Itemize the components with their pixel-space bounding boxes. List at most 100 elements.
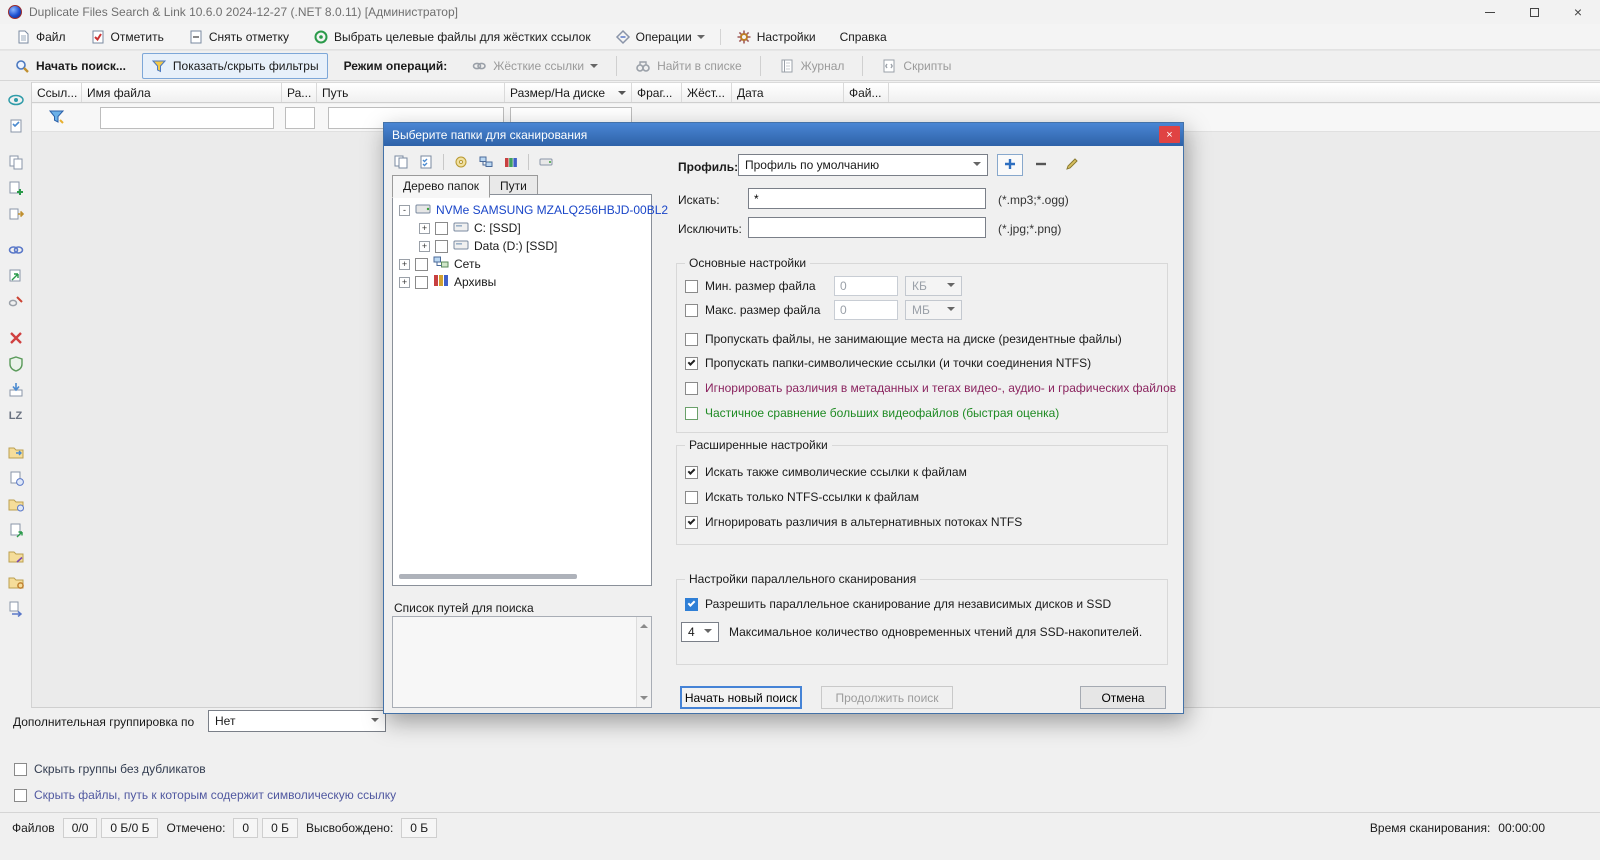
max-reads-select[interactable]: 4: [681, 622, 719, 642]
add-profile-button[interactable]: [997, 154, 1023, 176]
folder-export-icon[interactable]: [6, 442, 26, 462]
column-header-frag[interactable]: Фраг...: [632, 83, 682, 102]
collapse-icon[interactable]: -: [399, 204, 410, 216]
dialog-close-button[interactable]: ×: [1159, 126, 1180, 143]
skip-resident-option[interactable]: Пропускать файлы, не занимающие места на…: [685, 329, 1122, 349]
exclude-mask-input[interactable]: [748, 217, 986, 238]
column-header-date[interactable]: Дата: [732, 83, 844, 102]
start-search-button[interactable]: Начать поиск...: [6, 54, 134, 78]
menu-unmark[interactable]: Снять отметку: [179, 26, 298, 48]
hardlink-folder-icon[interactable]: [6, 494, 26, 514]
import-list-icon[interactable]: [6, 380, 26, 400]
skip-symlink-dirs-checkbox[interactable]: [685, 356, 698, 370]
skip-resident-checkbox[interactable]: [685, 332, 698, 346]
recycle-shield-icon[interactable]: [6, 354, 26, 374]
maximize-button[interactable]: [1512, 0, 1556, 24]
drive-d-checkbox[interactable]: [435, 239, 448, 253]
copy-paths-icon[interactable]: [391, 152, 411, 172]
tree-item-archives[interactable]: + Архивы: [393, 273, 651, 291]
refresh-drives-icon[interactable]: [451, 152, 471, 172]
partial-compare-option[interactable]: Частичное сравнение больших видеофайлов …: [685, 403, 1059, 423]
extra-grouping-select[interactable]: Нет: [208, 710, 386, 732]
tree-item-network[interactable]: + Сеть: [393, 255, 651, 273]
dialog-titlebar[interactable]: Выберите папки для сканирования ×: [384, 123, 1183, 146]
ignore-metadata-checkbox[interactable]: [685, 381, 698, 395]
filter-filename-input[interactable]: [100, 107, 274, 129]
tree-item-drive-d[interactable]: + Data (D:) [SSD]: [393, 237, 651, 255]
column-header-size[interactable]: Размер/На диске: [505, 83, 632, 102]
menu-settings[interactable]: Настройки: [727, 26, 825, 48]
min-size-checkbox[interactable]: [685, 279, 698, 293]
search-mask-input[interactable]: [748, 188, 986, 209]
column-header-links[interactable]: Ссыл...: [32, 83, 82, 102]
menu-operations[interactable]: Операции: [606, 26, 714, 48]
hide-symlink-paths-option[interactable]: Скрыть файлы, путь к которым содержит си…: [14, 788, 396, 802]
expand-icon[interactable]: +: [419, 240, 430, 252]
expand-icon[interactable]: +: [399, 258, 410, 270]
junction-folder-icon[interactable]: [6, 572, 26, 592]
minimize-button[interactable]: [1468, 0, 1512, 24]
column-header-hard[interactable]: Жёст...: [682, 83, 732, 102]
search-symlinks-option[interactable]: Искать также символические ссылки к файл…: [685, 462, 967, 482]
menu-file[interactable]: Файл: [6, 26, 75, 48]
hide-groups-checkbox[interactable]: [14, 762, 27, 776]
create-hardlink-icon[interactable]: [6, 240, 26, 260]
tree-item-drive-c[interactable]: + C: [SSD]: [393, 219, 651, 237]
archives-checkbox[interactable]: [415, 275, 428, 289]
profile-select[interactable]: Профиль по умолчанию: [738, 154, 988, 176]
filter-ra-input[interactable]: [285, 107, 315, 129]
drive-properties-icon[interactable]: [536, 152, 556, 172]
start-new-search-button[interactable]: Начать новый поиск: [680, 686, 802, 709]
max-size-checkbox[interactable]: [685, 303, 698, 317]
close-button[interactable]: ×: [1556, 0, 1600, 24]
network-checkbox[interactable]: [415, 257, 428, 271]
column-header-path[interactable]: Путь: [317, 83, 505, 102]
delete-files-icon[interactable]: [6, 328, 26, 348]
column-header-filename[interactable]: Имя файла: [82, 83, 282, 102]
remove-profile-button[interactable]: [1029, 154, 1053, 176]
network-scan-icon[interactable]: [476, 152, 496, 172]
symlink-file-icon[interactable]: [6, 520, 26, 540]
copy-files-icon[interactable]: [6, 152, 26, 172]
preview-eye-icon[interactable]: [6, 90, 26, 110]
allow-parallel-option[interactable]: Разрешить параллельное сканирование для …: [685, 594, 1111, 614]
menu-help[interactable]: Справка: [831, 27, 896, 47]
pin-list-icon[interactable]: [6, 116, 26, 136]
expand-icon[interactable]: +: [399, 276, 410, 288]
only-ntfs-links-option[interactable]: Искать только NTFS-ссылки к файлам: [685, 487, 919, 507]
tab-folder-tree[interactable]: Дерево папок: [392, 175, 490, 198]
hide-groups-option[interactable]: Скрыть группы без дубликатов: [14, 762, 206, 776]
hide-symlink-paths-checkbox[interactable]: [14, 788, 27, 802]
vertical-scrollbar[interactable]: [636, 617, 651, 707]
ignore-ads-checkbox[interactable]: [685, 515, 698, 529]
lz-compress-label[interactable]: LZ: [6, 406, 26, 426]
hardlink-file-icon[interactable]: [6, 468, 26, 488]
copy-add-icon[interactable]: [6, 178, 26, 198]
paths-listbox[interactable]: [392, 616, 652, 708]
menu-mark[interactable]: Отметить: [81, 26, 173, 48]
only-ntfs-links-checkbox[interactable]: [685, 490, 698, 504]
replace-with-link-icon[interactable]: [6, 598, 26, 618]
skip-symlink-dirs-option[interactable]: Пропускать папки-символические ссылки (и…: [685, 353, 1091, 373]
search-symlinks-checkbox[interactable]: [685, 465, 698, 479]
expand-icon[interactable]: +: [419, 222, 430, 234]
allow-parallel-checkbox[interactable]: [685, 597, 698, 611]
column-header-file[interactable]: Фай...: [844, 83, 889, 102]
column-header-ra[interactable]: Ра...: [282, 83, 317, 102]
tree-item-device[interactable]: - NVMe SAMSUNG MZALQ256HBJD-00BL2: [393, 201, 668, 219]
add-archive-icon[interactable]: [501, 152, 521, 172]
ignore-metadata-option[interactable]: Игнорировать различия в метаданных и тег…: [685, 378, 1176, 398]
toggle-filters-button[interactable]: Показать/скрыть фильтры: [141, 52, 328, 79]
partial-compare-checkbox[interactable]: [685, 406, 698, 420]
create-symlink-icon[interactable]: [6, 266, 26, 286]
move-files-icon[interactable]: [6, 204, 26, 224]
check-all-folders-icon[interactable]: [416, 152, 436, 172]
break-link-icon[interactable]: [6, 292, 26, 312]
symlink-folder-icon[interactable]: [6, 546, 26, 566]
menu-select-target-files[interactable]: Выбрать целевые файлы для жёстких ссылок: [304, 26, 600, 48]
horizontal-scrollbar-thumb[interactable]: [399, 574, 577, 579]
drive-c-checkbox[interactable]: [435, 221, 448, 235]
cancel-button[interactable]: Отмена: [1080, 686, 1166, 709]
edit-profile-button[interactable]: [1059, 154, 1085, 176]
ignore-ads-option[interactable]: Игнорировать различия в альтернативных п…: [685, 512, 1022, 532]
